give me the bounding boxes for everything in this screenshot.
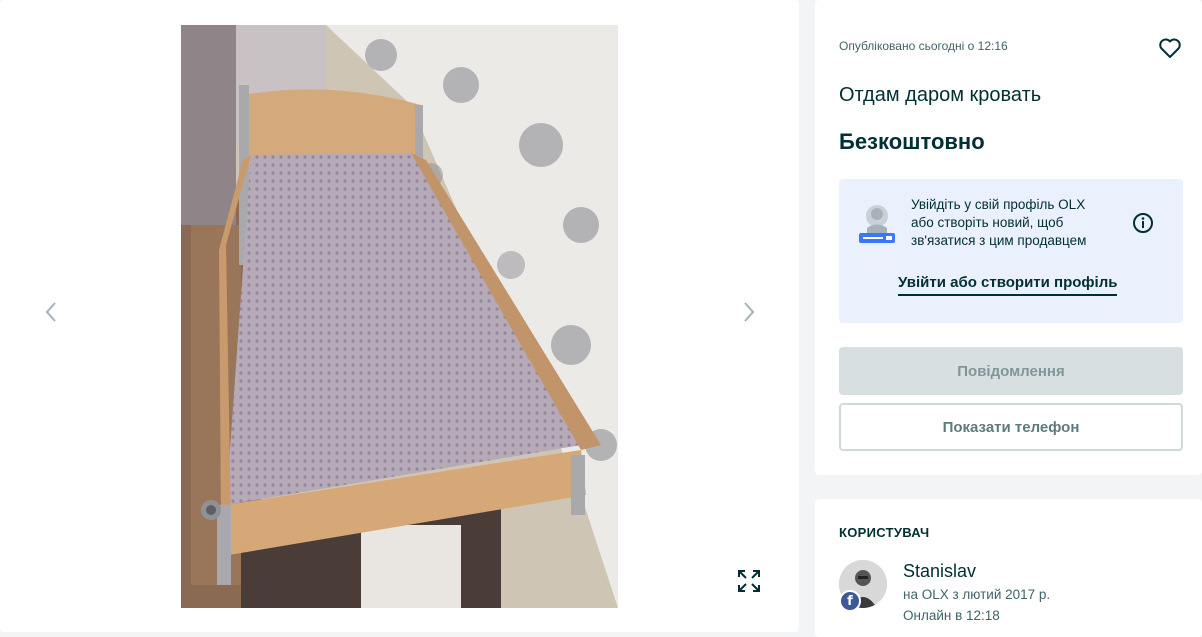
login-or-register-link[interactable]: Увійти або створити профіль [898,274,1118,296]
login-prompt-line: зв'язатися з цим продавцем [911,233,1087,248]
login-prompt: Увійдіть у свій профіль OLX або створіть… [839,179,1183,323]
last-online: Онлайн в 12:18 [903,608,1000,623]
listing-photo[interactable] [181,25,618,608]
show-phone-button[interactable]: Показати телефон [839,403,1183,451]
fullscreen-button[interactable] [731,563,767,599]
previous-photo-button[interactable] [35,294,67,330]
next-photo-button[interactable] [733,294,765,330]
chevron-right-icon [744,302,755,322]
heart-icon [1159,38,1181,58]
chevron-left-icon [45,302,56,322]
price: Безкоштовно [839,129,985,154]
user-card: КОРИСТУВАЧ f Stanislav на OLX з лютий 20… [815,499,1202,637]
photo-gallery [0,0,799,632]
user-profile-icon [857,201,897,245]
user-name[interactable]: Stanislav [903,561,976,582]
login-prompt-line: або створіть новий, щоб [911,215,1064,230]
ad-title: Отдам даром кровать [839,84,1042,106]
login-prompt-text: Увійдіть у свій профіль OLX або створіть… [911,196,1121,250]
login-prompt-line: Увійдіть у свій профіль OLX [911,197,1086,212]
message-button[interactable]: Повідомлення [839,347,1183,395]
expand-icon [738,570,760,592]
published-date: Опубліковано сьогодні о 12:16 [839,39,1008,53]
user-section-heading: КОРИСТУВАЧ [839,525,930,540]
info-icon [1133,213,1153,233]
favorite-button[interactable] [1156,34,1184,62]
ad-info-card: Опубліковано сьогодні о 12:16 Отдам даро… [815,0,1202,475]
facebook-icon: f [839,590,861,612]
member-since: на OLX з лютий 2017 р. [903,587,1051,602]
info-button[interactable] [1131,211,1155,235]
